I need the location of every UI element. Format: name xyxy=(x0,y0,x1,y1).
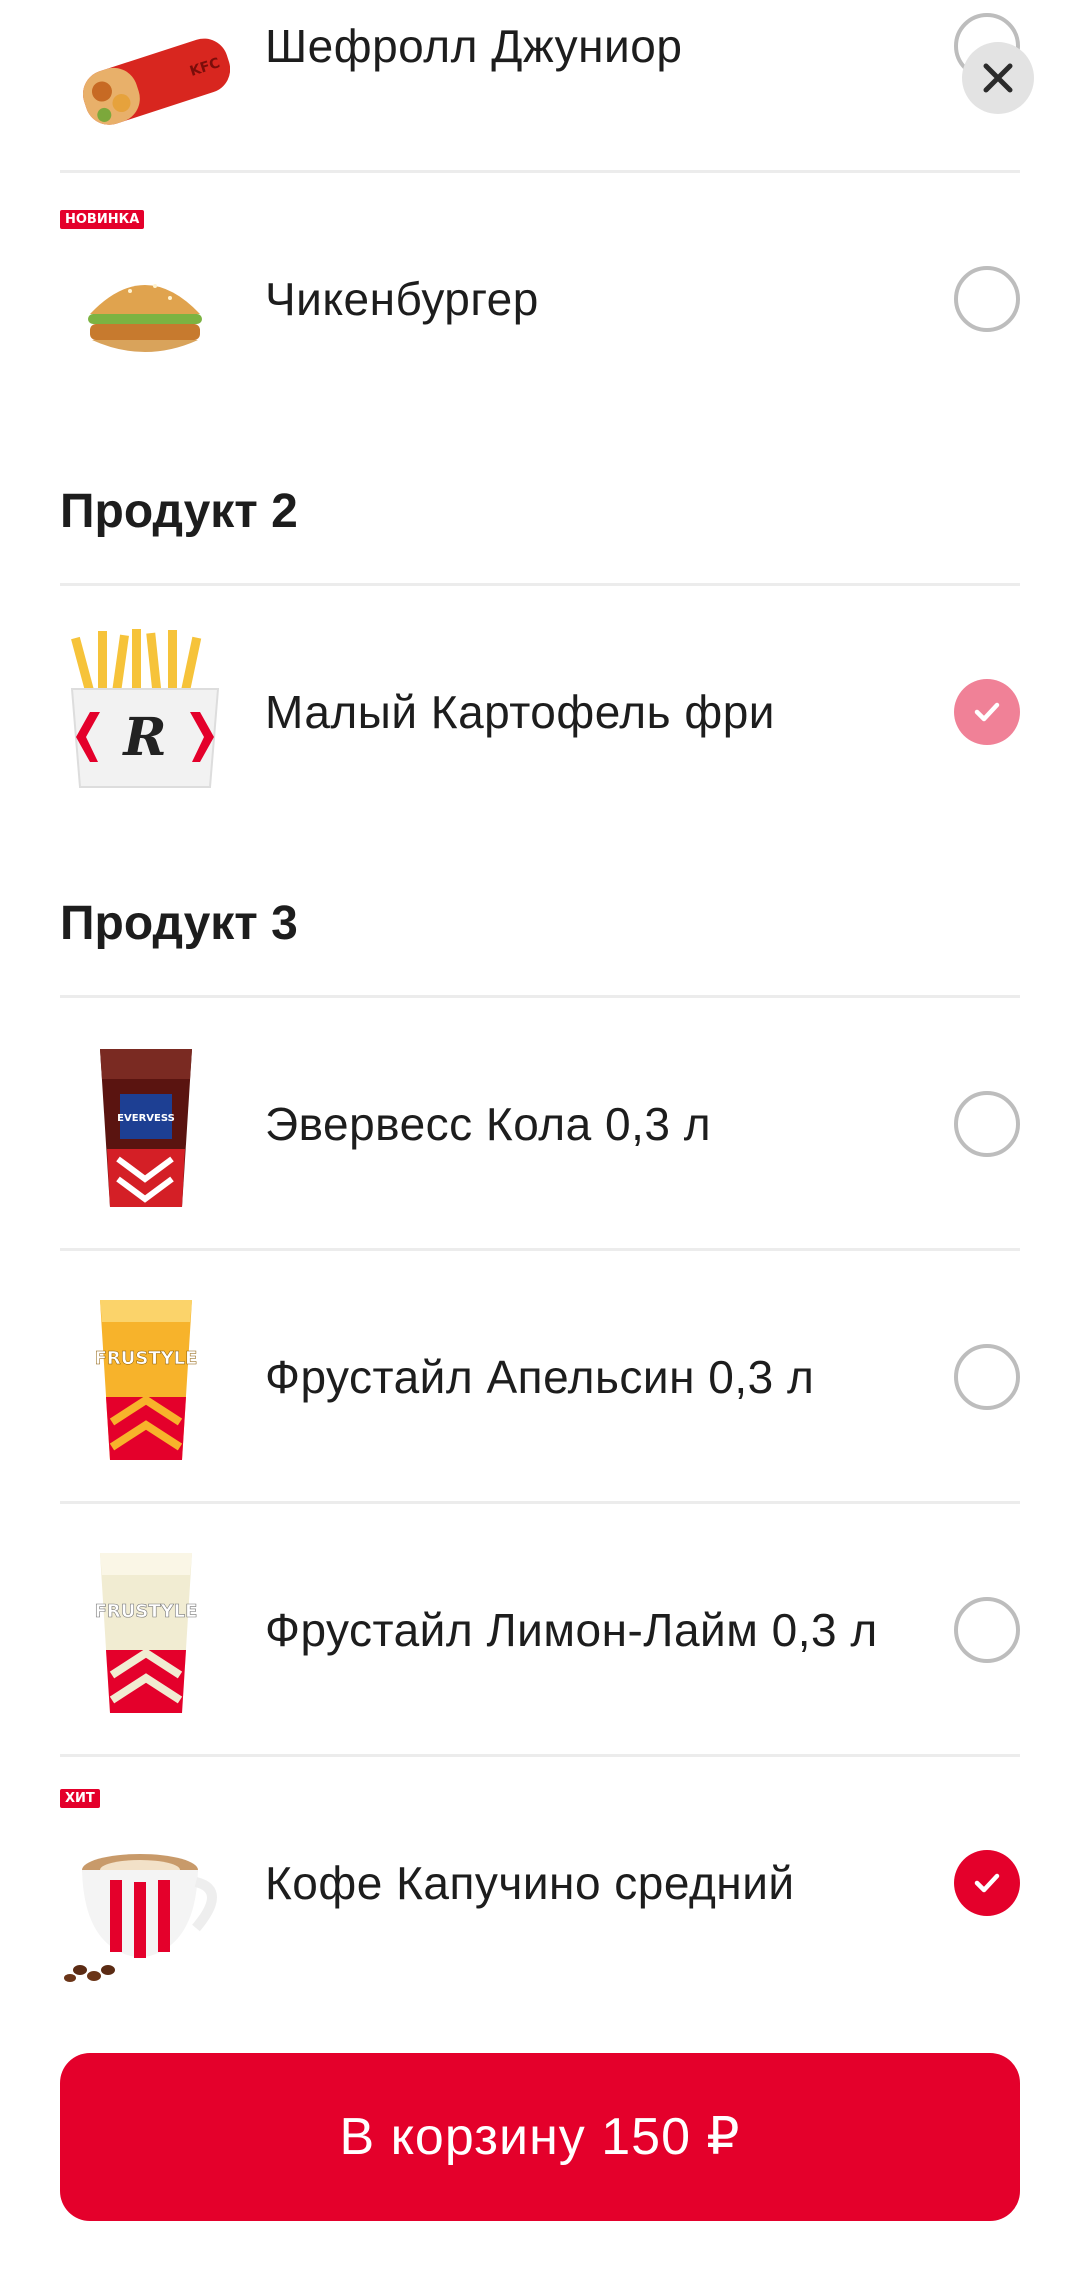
section-title: Продукт 2 xyxy=(60,485,298,538)
list-item[interactable]: FRUSTYLE Фрустайл Апельсин 0,3 л xyxy=(60,1251,1020,1503)
list-item[interactable]: НОВИНКА Чикенбургер xyxy=(60,173,1020,425)
item-name: Шефролл Джуниор xyxy=(265,20,683,72)
burger-image xyxy=(60,236,230,406)
item-name: Фрустайл Апельсин 0,3 л xyxy=(265,1351,815,1403)
orange-drink-image: FRUSTYLE xyxy=(60,1292,230,1462)
close-icon xyxy=(983,63,1013,93)
section-title: Продукт 3 xyxy=(60,897,298,950)
list-item[interactable]: KFC Шефролл Джуниор xyxy=(60,0,1020,172)
list-item[interactable]: FRUSTYLE Фрустайл Лимон-Лайм 0,3 л xyxy=(60,1504,1020,1756)
item-name: Фрустайл Лимон-Лайм 0,3 л xyxy=(265,1604,878,1656)
item-radio-selected[interactable] xyxy=(954,1850,1020,1916)
add-to-cart-label: В корзину 150 ₽ xyxy=(339,2108,741,2166)
cola-cup-image: EVERVESS xyxy=(60,1039,230,1209)
chicken-roll-image: KFC xyxy=(60,0,231,131)
item-radio[interactable] xyxy=(954,1091,1020,1157)
close-button[interactable] xyxy=(962,42,1034,114)
svg-text:FRUSTYLE: FRUSTYLE xyxy=(95,1348,198,1369)
check-icon xyxy=(974,1873,1000,1893)
svg-text:FRUSTYLE: FRUSTYLE xyxy=(95,1601,198,1622)
add-to-cart-button[interactable]: В корзину 150 ₽ xyxy=(60,2053,1020,2221)
coffee-cup-image xyxy=(60,1820,230,1990)
fries-image: R xyxy=(60,627,230,797)
item-radio[interactable] xyxy=(954,266,1020,332)
item-radio[interactable] xyxy=(954,1597,1020,1663)
item-name: Малый Картофель фри xyxy=(265,686,775,738)
svg-text:EVERVESS: EVERVESS xyxy=(117,1113,175,1124)
item-radio[interactable] xyxy=(954,1344,1020,1410)
check-icon xyxy=(974,702,1000,722)
list-item[interactable]: R Малый Картофель фри xyxy=(60,586,1020,838)
svg-text:R: R xyxy=(121,707,166,768)
new-badge: НОВИНКА xyxy=(60,210,145,229)
lemon-drink-image: FRUSTYLE xyxy=(60,1545,230,1715)
list-item[interactable]: ХИТ Кофе Капучино средний xyxy=(60,1757,1020,2009)
list-item[interactable]: EVERVESS Эвервесс Кола 0,3 л xyxy=(60,998,1020,1250)
item-radio-selected[interactable] xyxy=(954,679,1020,745)
item-name: Эвервесс Кола 0,3 л xyxy=(265,1098,712,1150)
hit-badge: ХИТ xyxy=(60,1789,100,1808)
item-name: Кофе Капучино средний xyxy=(265,1857,795,1909)
item-name: Чикенбургер xyxy=(265,273,539,325)
